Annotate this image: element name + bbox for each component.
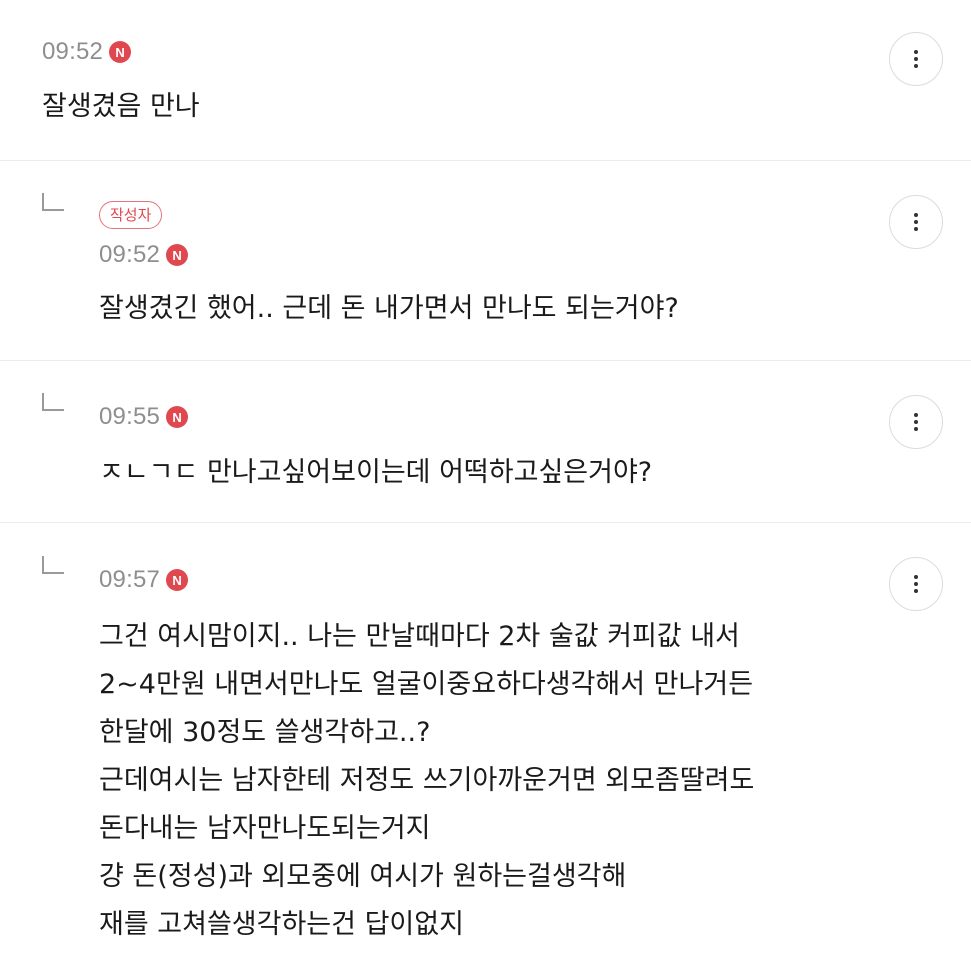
reply-item: 작성자 09:52 N 잘생겼긴 했어.. 근데 돈 내가면서 만나도 되는거야…: [0, 161, 971, 361]
author-badge: 작성자: [99, 201, 163, 229]
reply-arrow-icon: [42, 393, 64, 411]
comment-text-line: 돈다내는 남자만나도되는거지: [99, 813, 431, 844]
comment-text: 그건 여시맘이지.. 나는 만날때마다 2차 술값 커피값 내서 2~4만원 내…: [99, 613, 754, 949]
comment-text: 잘생겼긴 했어.. 근데 돈 내가면서 만나도 되는거야?: [99, 293, 679, 324]
more-dot-icon: [914, 227, 918, 231]
more-dot-icon: [914, 220, 918, 224]
more-dot-icon: [914, 582, 918, 586]
more-options-button[interactable]: [889, 557, 943, 611]
comment-text-line: 근데여시는 남자한테 저정도 쓰기아까운거면 외모좀딸려도: [99, 765, 755, 796]
more-options-button[interactable]: [889, 395, 943, 449]
comment-time: 09:55: [99, 403, 161, 430]
comment-text: 잘생겼음 만나: [42, 91, 200, 122]
new-badge: N: [109, 41, 132, 63]
comment-meta: 09:52 N: [99, 241, 189, 269]
reply-arrow-icon: [42, 556, 64, 574]
comment-item: 09:52 N 잘생겼음 만나: [0, 0, 971, 161]
comment-time: 09:57: [99, 566, 161, 593]
more-dot-icon: [914, 64, 918, 68]
comment-time: 09:52: [99, 241, 161, 268]
reply-item: 09:57 N 그건 여시맘이지.. 나는 만날때마다 2차 술값 커피값 내서…: [0, 523, 971, 953]
comment-text-line: 걍 돈(정성)과 외모중에 여시가 원하는걸생각해: [99, 861, 627, 892]
more-dot-icon: [914, 213, 918, 217]
more-dot-icon: [914, 50, 918, 54]
new-badge: N: [166, 244, 189, 266]
new-badge: N: [166, 406, 189, 428]
comment-text-line: 그건 여시맘이지.. 나는 만날때마다 2차 술값 커피값 내서: [99, 621, 740, 652]
comment-text-line: 한달에 30정도 쓸생각하고..?: [99, 717, 431, 748]
more-dot-icon: [914, 420, 918, 424]
reply-arrow-icon: [42, 193, 64, 211]
comment-meta: 09:52 N: [42, 38, 132, 66]
more-dot-icon: [914, 575, 918, 579]
comment-meta: 09:57 N: [99, 566, 189, 594]
more-dot-icon: [914, 427, 918, 431]
comment-text-line: 재를 고쳐쓸생각하는건 답이없지: [99, 909, 464, 940]
reply-item: 09:55 N ㅈㄴㄱㄷ 만나고싶어보이는데 어떡하고싶은거야?: [0, 361, 971, 523]
more-options-button[interactable]: [889, 32, 943, 86]
more-dot-icon: [914, 57, 918, 61]
more-dot-icon: [914, 589, 918, 593]
comment-text: ㅈㄴㄱㄷ 만나고싶어보이는데 어떡하고싶은거야?: [99, 457, 653, 488]
new-badge: N: [166, 569, 189, 591]
more-dot-icon: [914, 413, 918, 417]
comment-text-line: 2~4만원 내면서만나도 얼굴이중요하다생각해서 만나거든: [99, 669, 754, 700]
more-options-button[interactable]: [889, 195, 943, 249]
comment-time: 09:52: [42, 38, 104, 65]
comment-meta: 09:55 N: [99, 403, 189, 431]
